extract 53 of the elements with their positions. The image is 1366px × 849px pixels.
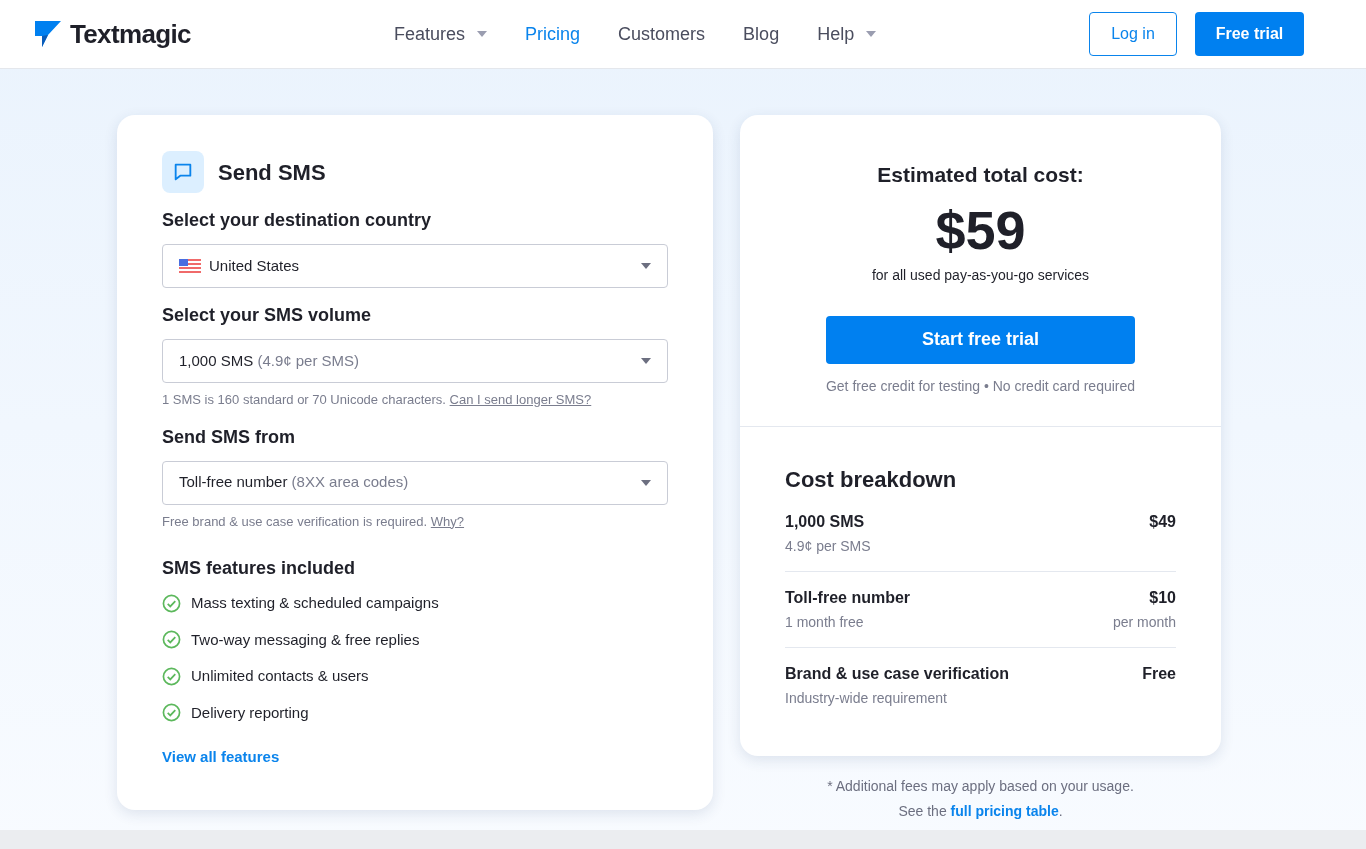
pricing-table-link[interactable]: full pricing table (950, 803, 1059, 819)
estimate-title: Estimated total cost: (877, 162, 1084, 188)
feature-text: Delivery reporting (191, 702, 309, 723)
select-field[interactable]: 1,000 SMS (4.9¢ per SMS) (162, 339, 668, 383)
nav-link[interactable]: Blog (743, 20, 780, 48)
footnote-text: * Additional fees may apply based on your usage. (827, 777, 1134, 796)
feature-text: Mass texting & scheduled campaigns (191, 593, 439, 613)
cost-item-price: Free (1142, 664, 1176, 684)
cost-item-note: Industry-wide requirement (785, 689, 948, 708)
price-unit: per month (1112, 613, 1176, 632)
field-note: 1 SMS is 160 standard or 70 Unicode characters. Can I send longer SMS? (162, 391, 593, 409)
cost-item-price: $10 (1149, 588, 1176, 608)
logo-icon (34, 20, 62, 48)
breakdown-title: Cost breakdown (785, 466, 958, 494)
nav-link[interactable]: Help (817, 20, 877, 48)
check-circle-icon (162, 703, 181, 723)
select-field[interactable]: Toll-free number (8XX area codes) (162, 460, 668, 505)
select-field[interactable]: United States (162, 244, 668, 288)
cost-item-name: Toll-free number (785, 588, 911, 608)
check-circle-icon (162, 630, 181, 650)
cost-item-price: $49 (1149, 512, 1176, 532)
nav-link[interactable]: Features (394, 20, 488, 48)
nav-link[interactable]: Customers (618, 20, 706, 48)
field-label: Select your destination country (162, 209, 433, 232)
field-note: Free brand & use case verification is required. Why? (162, 512, 466, 531)
check-circle-icon (162, 666, 181, 686)
caret-icon (641, 358, 651, 364)
cost-item-note: 1 month free (785, 613, 865, 632)
total-price: $59 (935, 202, 1026, 257)
caret-icon (641, 479, 651, 486)
logo-text[interactable]: Textmagic (70, 14, 191, 54)
footnote-text: See the full pricing table. (898, 802, 1063, 821)
cost-item-name: 1,000 SMS (785, 512, 866, 532)
start-trial-button[interactable]: Start free trial (826, 315, 1135, 364)
features-title: SMS features included (162, 557, 357, 580)
feature-text: Unlimited contacts & users (191, 666, 369, 686)
trial-hint: Get free credit for testing • No credit card required (825, 376, 1136, 396)
feature-text: Two-way messaging & free replies (191, 629, 420, 650)
login-button[interactable]: Log in (1089, 12, 1177, 56)
field-label: Send SMS from (162, 425, 296, 449)
caret-icon (641, 263, 651, 269)
nav-link[interactable]: Pricing (525, 20, 581, 48)
check-circle-icon (162, 593, 181, 613)
cost-item-note: 4.9¢ per SMS (785, 537, 871, 556)
cost-item-name: Brand & use case verification (785, 664, 1010, 684)
note-link[interactable]: Can I send longer SMS? (449, 392, 592, 407)
field-label: Select your SMS volume (162, 304, 373, 327)
note-link[interactable]: Why? (430, 513, 465, 529)
chat-icon (162, 151, 204, 193)
free-trial-button[interactable]: Free trial (1195, 12, 1304, 56)
total-subtitle: for all used pay-as-you-go services (871, 265, 1090, 285)
card-title: Send SMS (218, 158, 326, 187)
view-features-link[interactable]: View all features (162, 746, 668, 769)
